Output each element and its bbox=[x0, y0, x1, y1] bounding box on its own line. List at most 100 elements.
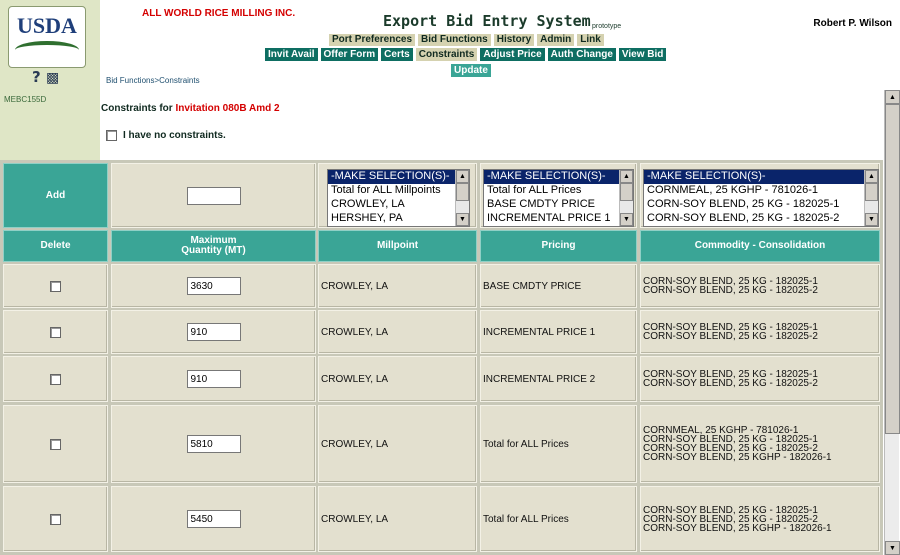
commodity-option[interactable]: CORNMEAL, 25 KGHP - 781026-1 bbox=[644, 184, 878, 198]
row-qty-cell bbox=[111, 356, 316, 402]
millpoint-option[interactable]: HERSHEY, PA bbox=[328, 212, 469, 226]
scroll-down-icon[interactable]: ▼ bbox=[885, 541, 900, 555]
update-button[interactable]: Update bbox=[451, 64, 491, 77]
help-icon[interactable]: ? ▩ bbox=[32, 68, 59, 86]
row-pricing: Total for ALL Prices bbox=[480, 486, 637, 552]
pricing-select[interactable]: -MAKE SELECTION(S)- Total for ALL Prices… bbox=[483, 169, 634, 227]
row-qty-cell bbox=[111, 264, 316, 308]
add-millpoint-cell: -MAKE SELECTION(S)- Total for ALL Millpo… bbox=[318, 163, 477, 228]
scroll-up-icon[interactable]: ▲ bbox=[620, 170, 633, 183]
nav-port-preferences[interactable]: Port Preferences bbox=[329, 34, 416, 46]
max-quantity-input[interactable] bbox=[186, 323, 241, 341]
header-delete: Delete bbox=[3, 230, 108, 262]
header-delete-text: Delete bbox=[40, 240, 71, 251]
sidebar: USDA ? ▩ MEBC155D bbox=[0, 0, 100, 160]
nav-auth-change[interactable]: Auth Change bbox=[547, 48, 616, 61]
no-constraints-label: I have no constraints. bbox=[123, 130, 226, 141]
commodity-line: CORN-SOY BLEND, 25 KG - 182025-2 bbox=[643, 378, 818, 389]
system-tag: prototype bbox=[592, 23, 622, 30]
page-scrollbar[interactable]: ▲ ▼ bbox=[884, 90, 900, 555]
delete-checkbox[interactable] bbox=[50, 280, 61, 292]
nav-constraints[interactable]: Constraints bbox=[415, 48, 478, 61]
scroll-thumb[interactable] bbox=[620, 183, 633, 201]
commodity-option[interactable]: CORN-SOY BLEND, 25 KG - 182025-2 bbox=[644, 212, 878, 226]
title-prefix: Constraints for bbox=[101, 103, 176, 114]
nav-certs[interactable]: Certs bbox=[381, 48, 413, 61]
commodity-scrollbar[interactable]: ▲ ▼ bbox=[864, 170, 878, 226]
scroll-up-icon[interactable]: ▲ bbox=[865, 170, 878, 183]
row-commodities: CORN-SOY BLEND, 25 KG - 182025-1 CORN-SO… bbox=[640, 486, 880, 552]
nav-history[interactable]: History bbox=[493, 34, 535, 46]
pricing-option[interactable]: BASE CMDTY PRICE bbox=[484, 198, 633, 212]
table-row bbox=[3, 356, 108, 402]
pricing-option[interactable]: INCREMENTAL PRICE 1 bbox=[484, 212, 633, 226]
row-pricing: Total for ALL Prices bbox=[480, 405, 637, 483]
logo-text: USDA bbox=[17, 13, 77, 38]
usda-logo: USDA bbox=[8, 6, 86, 68]
invitation-label: Invitation 080B Amd 2 bbox=[175, 103, 280, 114]
no-constraints-checkbox[interactable] bbox=[106, 130, 117, 141]
max-quantity-input[interactable] bbox=[186, 277, 241, 295]
row-millpoint: CROWLEY, LA bbox=[318, 310, 477, 354]
no-constraints-option: I have no constraints. bbox=[106, 130, 226, 141]
millpoint-option[interactable]: -MAKE SELECTION(S)- bbox=[328, 170, 469, 184]
add-label: Add bbox=[3, 163, 108, 228]
row-qty-cell bbox=[111, 405, 316, 483]
pricing-option[interactable]: Total for ALL Prices bbox=[484, 184, 633, 198]
pricing-scrollbar[interactable]: ▲ ▼ bbox=[619, 170, 633, 226]
header-millpoint-text: Millpoint bbox=[376, 240, 419, 251]
commodity-select[interactable]: -MAKE SELECTION(S)- CORNMEAL, 25 KGHP - … bbox=[643, 169, 879, 227]
scroll-thumb[interactable] bbox=[456, 183, 469, 201]
table-row bbox=[3, 310, 108, 354]
commodity-line: CORN-SOY BLEND, 25 KG - 182025-2 bbox=[643, 331, 818, 342]
commodity-line: CORN-SOY BLEND, 25 KGHP - 182026-1 bbox=[643, 452, 832, 463]
scroll-down-icon[interactable]: ▼ bbox=[620, 213, 633, 226]
nav-bid-functions[interactable]: Bid Functions bbox=[418, 34, 491, 46]
scroll-thumb[interactable] bbox=[865, 183, 878, 201]
logo-swoosh bbox=[15, 41, 79, 59]
max-quantity-input[interactable] bbox=[186, 435, 241, 453]
add-pricing-cell: -MAKE SELECTION(S)- Total for ALL Prices… bbox=[480, 163, 637, 228]
nav-link[interactable]: Link bbox=[577, 34, 604, 46]
row-commodities: CORNMEAL, 25 KGHP - 781026-1 CORN-SOY BL… bbox=[640, 405, 880, 483]
add-quantity-input[interactable] bbox=[186, 186, 241, 205]
row-qty-cell bbox=[111, 310, 316, 354]
scroll-up-icon[interactable]: ▲ bbox=[456, 170, 469, 183]
breadcrumb[interactable]: Bid Functions>Constraints bbox=[106, 76, 200, 85]
header-millpoint: Millpoint bbox=[318, 230, 477, 262]
row-millpoint: CROWLEY, LA bbox=[318, 264, 477, 308]
row-pricing: BASE CMDTY PRICE bbox=[480, 264, 637, 308]
nav-invit-avail[interactable]: Invit Avail bbox=[265, 48, 318, 61]
help-text: ? bbox=[32, 68, 41, 86]
max-quantity-input[interactable] bbox=[186, 510, 241, 528]
header-max-quantity: Maximum Quantity (MT) bbox=[111, 230, 316, 262]
millpoint-option[interactable]: CROWLEY, LA bbox=[328, 198, 469, 212]
delete-checkbox[interactable] bbox=[50, 373, 61, 385]
delete-checkbox[interactable] bbox=[50, 438, 61, 450]
scroll-up-icon[interactable]: ▲ bbox=[885, 90, 900, 104]
header-commodity: Commodity - Consolidation bbox=[640, 230, 880, 262]
millpoint-select[interactable]: -MAKE SELECTION(S)- Total for ALL Millpo… bbox=[327, 169, 470, 227]
add-text: Add bbox=[45, 189, 66, 201]
pricing-option[interactable]: -MAKE SELECTION(S)- bbox=[484, 170, 633, 184]
delete-checkbox[interactable] bbox=[50, 326, 61, 338]
table-row bbox=[3, 405, 108, 483]
commodity-option[interactable]: CORN-SOY BLEND, 25 KG - 182025-1 bbox=[644, 198, 878, 212]
scroll-down-icon[interactable]: ▼ bbox=[456, 213, 469, 226]
nav-admin[interactable]: Admin bbox=[537, 34, 575, 46]
page-title: Constraints for Invitation 080B Amd 2 bbox=[101, 103, 280, 114]
nav-view-bid[interactable]: View Bid bbox=[618, 48, 667, 61]
row-commodities: CORN-SOY BLEND, 25 KG - 182025-1 CORN-SO… bbox=[640, 264, 880, 308]
scroll-thumb[interactable] bbox=[885, 104, 900, 434]
nav-adjust-price[interactable]: Adjust Price bbox=[480, 48, 545, 61]
accessibility-icon[interactable]: ▩ bbox=[46, 70, 59, 86]
millpoint-scrollbar[interactable]: ▲ ▼ bbox=[455, 170, 469, 226]
delete-checkbox[interactable] bbox=[50, 513, 61, 525]
commodity-option[interactable]: -MAKE SELECTION(S)- bbox=[644, 170, 878, 184]
nav-offer-form[interactable]: Offer Form bbox=[320, 48, 379, 61]
scroll-down-icon[interactable]: ▼ bbox=[865, 213, 878, 226]
max-quantity-input[interactable] bbox=[186, 370, 241, 388]
page-code: MEBC155D bbox=[4, 95, 47, 104]
row-millpoint: CROWLEY, LA bbox=[318, 405, 477, 483]
millpoint-option[interactable]: Total for ALL Millpoints bbox=[328, 184, 469, 198]
